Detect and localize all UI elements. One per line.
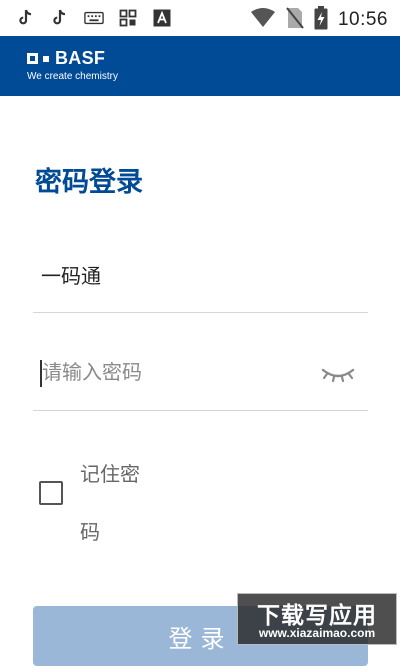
- system-status: 10:56: [250, 6, 388, 34]
- logo-square-icon: [27, 53, 38, 64]
- username-field: [33, 250, 368, 313]
- remember-password-checkbox[interactable]: [39, 481, 63, 505]
- tiktok-icon: [16, 8, 36, 28]
- logo-tagline: We create chemistry: [27, 71, 118, 82]
- no-sim-icon: [286, 7, 304, 33]
- status-bar: 10:56: [0, 0, 400, 36]
- remember-password-label: 记住密码: [80, 462, 140, 544]
- a-icon: [152, 8, 172, 28]
- apps-icon: [118, 8, 138, 28]
- watermark-url: www.xiazaimao.com: [258, 626, 376, 640]
- password-input[interactable]: [42, 360, 312, 384]
- clock: 10:56: [337, 9, 388, 30]
- basf-logo: BASF: [27, 48, 105, 69]
- watermark-title: 下载写应用: [257, 603, 377, 629]
- password-field: [33, 346, 368, 411]
- eye-closed-icon[interactable]: [320, 366, 356, 386]
- notification-icons: [16, 8, 172, 28]
- logo-dot-icon: [43, 55, 49, 62]
- keyboard-icon: [84, 8, 104, 28]
- watermark: 下载写应用 www.xiazaimao.com: [237, 593, 397, 645]
- tiktok-icon: [50, 8, 70, 28]
- username-input[interactable]: [41, 262, 341, 286]
- wifi-icon: [250, 8, 276, 32]
- app-header: BASF We create chemistry: [0, 36, 400, 96]
- logo-text: BASF: [55, 48, 106, 68]
- page-title: 密码登录: [35, 167, 143, 198]
- battery-charging-icon: [314, 6, 328, 34]
